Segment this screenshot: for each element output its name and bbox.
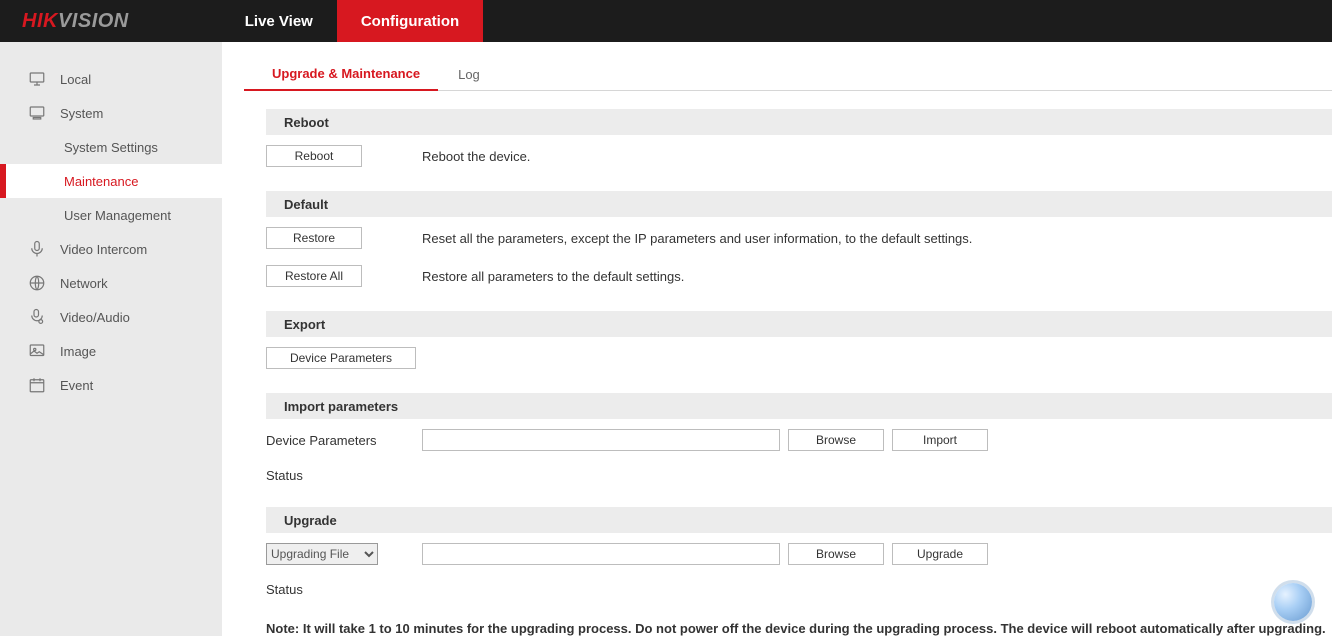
brand-suffix: VISION xyxy=(58,10,129,33)
section-import: Import parameters Device Parameters Brow… xyxy=(266,393,1332,489)
sidebar-item-user-management[interactable]: User Management xyxy=(0,198,222,232)
reboot-description: Reboot the device. xyxy=(422,149,530,164)
section-header-upgrade: Upgrade xyxy=(266,507,1332,533)
system-icon xyxy=(28,104,46,122)
restore-description: Reset all the parameters, except the IP … xyxy=(422,231,972,246)
tab-upgrade-maintenance[interactable]: Upgrade & Maintenance xyxy=(244,58,438,91)
upgrade-file-input[interactable] xyxy=(422,543,780,565)
video-audio-icon xyxy=(28,308,46,326)
export-device-params-button[interactable]: Device Parameters xyxy=(266,347,416,369)
sidebar-label-user-management: User Management xyxy=(64,208,171,223)
upgrade-button[interactable]: Upgrade xyxy=(892,543,988,565)
calendar-icon xyxy=(28,376,46,394)
tab-log[interactable]: Log xyxy=(438,59,498,90)
section-header-export: Export xyxy=(266,311,1332,337)
content-panel: Upgrade & Maintenance Log Reboot Reboot … xyxy=(222,42,1332,636)
reboot-button[interactable]: Reboot xyxy=(266,145,362,167)
restore-button[interactable]: Restore xyxy=(266,227,362,249)
import-device-params-label: Device Parameters xyxy=(266,433,422,448)
globe-icon xyxy=(28,274,46,292)
sidebar-label-maintenance: Maintenance xyxy=(64,174,138,189)
sidebar-label-local: Local xyxy=(60,72,91,87)
sidebar-label-system: System xyxy=(60,106,103,121)
brand-logo: HIKVISION xyxy=(0,0,153,42)
sidebar-label-image: Image xyxy=(60,344,96,359)
brand-prefix: HIK xyxy=(22,10,58,33)
sidebar-label-event: Event xyxy=(60,378,93,393)
sidebar-label-video-intercom: Video Intercom xyxy=(60,242,147,257)
sidebar-item-image[interactable]: Image xyxy=(0,334,222,368)
sidebar-label-network: Network xyxy=(60,276,108,291)
sidebar-label-system-settings: System Settings xyxy=(64,140,158,155)
section-default: Default Restore Reset all the parameters… xyxy=(266,191,1332,293)
section-header-import: Import parameters xyxy=(266,393,1332,419)
topbar: HIKVISION Live View Configuration xyxy=(0,0,1332,42)
nav-configuration[interactable]: Configuration xyxy=(337,0,483,42)
import-button[interactable]: Import xyxy=(892,429,988,451)
section-header-reboot: Reboot xyxy=(266,109,1332,135)
sidebar-item-network[interactable]: Network xyxy=(0,266,222,300)
image-icon xyxy=(28,342,46,360)
sidebar: Local System System Settings Maintenance… xyxy=(0,42,222,636)
sidebar-item-maintenance[interactable]: Maintenance xyxy=(0,164,222,198)
import-file-input[interactable] xyxy=(422,429,780,451)
upgrade-browse-button[interactable]: Browse xyxy=(788,543,884,565)
sidebar-item-video-intercom[interactable]: Video Intercom xyxy=(0,232,222,266)
import-browse-button[interactable]: Browse xyxy=(788,429,884,451)
sidebar-item-event[interactable]: Event xyxy=(0,368,222,402)
sidebar-item-system[interactable]: System xyxy=(0,96,222,130)
main-area: Local System System Settings Maintenance… xyxy=(0,42,1332,636)
section-upgrade: Upgrade Upgrading File Browse Upgrade St… xyxy=(266,507,1332,603)
nav-live-view[interactable]: Live View xyxy=(221,0,337,42)
assistant-orb-icon[interactable] xyxy=(1274,583,1312,621)
section-header-default: Default xyxy=(266,191,1332,217)
restore-all-description: Restore all parameters to the default se… xyxy=(422,269,684,284)
import-status-label: Status xyxy=(266,468,422,483)
upgrade-type-select[interactable]: Upgrading File xyxy=(266,543,378,565)
monitor-icon xyxy=(28,70,46,88)
sidebar-label-video-audio: Video/Audio xyxy=(60,310,130,325)
upgrade-status-label: Status xyxy=(266,582,422,597)
sidebar-item-system-settings[interactable]: System Settings xyxy=(0,130,222,164)
section-export: Export Device Parameters xyxy=(266,311,1332,375)
sidebar-item-local[interactable]: Local xyxy=(0,62,222,96)
sidebar-item-video-audio[interactable]: Video/Audio xyxy=(0,300,222,334)
microphone-icon xyxy=(28,240,46,258)
secondary-tabs: Upgrade & Maintenance Log xyxy=(244,58,1332,91)
restore-all-button[interactable]: Restore All xyxy=(266,265,362,287)
section-reboot: Reboot Reboot Reboot the device. xyxy=(266,109,1332,173)
